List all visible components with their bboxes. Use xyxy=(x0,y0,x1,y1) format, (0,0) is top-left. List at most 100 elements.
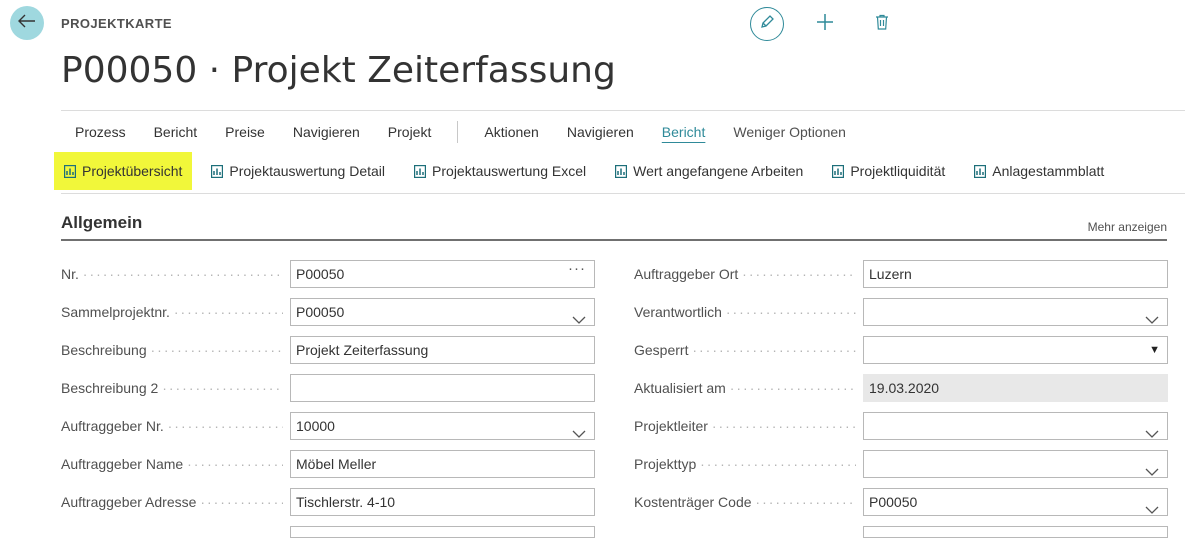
menu-navigieren[interactable]: Navigieren xyxy=(279,124,374,140)
delete-button[interactable] xyxy=(866,8,898,40)
field-value: Luzern xyxy=(869,266,912,282)
report-label: Projektauswertung Detail xyxy=(229,163,386,179)
field-label: Auftraggeber Adresse xyxy=(61,494,197,510)
auftraggeber-name-input[interactable]: Möbel Meller xyxy=(290,450,595,478)
gesperrt-dropdown[interactable]: ▼ xyxy=(863,336,1168,364)
label-leader: ········································… xyxy=(187,456,283,472)
label-leader: ········································… xyxy=(200,494,283,510)
label-leader: ········································… xyxy=(162,380,283,396)
label-leader: ········································… xyxy=(173,304,283,320)
field-label: Nr. xyxy=(61,266,79,282)
section-title: Allgemein xyxy=(61,213,143,232)
field-value: P00050 xyxy=(296,304,345,320)
field-label: Projekttyp xyxy=(634,456,697,472)
section-divider xyxy=(61,239,1167,241)
caret-down-icon: ▼ xyxy=(1149,344,1160,356)
next-field-input[interactable] xyxy=(290,526,595,538)
trash-icon xyxy=(875,14,889,35)
field-label: Projektleiter xyxy=(634,418,708,434)
field-value: 19.03.2020 xyxy=(869,380,940,396)
chevron-down-icon xyxy=(572,307,586,333)
report-label: Projektliquidität xyxy=(850,163,946,179)
report-label: Projektübersicht xyxy=(82,163,183,179)
ellipsis-icon[interactable]: ··· xyxy=(568,256,586,282)
menu-bericht-active[interactable]: Bericht xyxy=(648,124,720,140)
report-chart-icon xyxy=(974,164,987,178)
label-leader: ········································… xyxy=(729,380,856,396)
chevron-down-icon xyxy=(1145,497,1159,523)
report-label: Wert angefangene Arbeiten xyxy=(633,163,804,179)
top-action-bar xyxy=(750,7,898,41)
report-chart-icon xyxy=(615,164,628,178)
report-chart-icon xyxy=(64,164,76,178)
sammelprojektnr-select[interactable]: P00050 xyxy=(290,298,595,326)
add-button[interactable] xyxy=(809,8,841,40)
report-projektuebersicht[interactable]: Projektübersicht xyxy=(54,152,193,190)
field-value: 10000 xyxy=(296,418,335,434)
label-leader: ········································… xyxy=(711,418,856,434)
label-leader: ········································… xyxy=(692,342,856,358)
next-field-input-right[interactable] xyxy=(863,526,1168,538)
menu-bericht[interactable]: Bericht xyxy=(140,124,212,140)
report-projektauswertung-excel[interactable]: Projektauswertung Excel xyxy=(404,152,596,190)
field-label: Beschreibung 2 xyxy=(61,380,159,396)
auftraggeber-ort-input[interactable]: Luzern xyxy=(863,260,1168,288)
report-chart-icon xyxy=(832,164,845,178)
chevron-down-icon xyxy=(572,421,586,447)
field-value: Möbel Meller xyxy=(296,456,377,472)
chevron-down-icon xyxy=(1145,307,1159,333)
label-leader: ········································… xyxy=(755,494,856,510)
plus-icon xyxy=(816,13,834,36)
show-more-link[interactable]: Mehr anzeigen xyxy=(1088,220,1167,234)
actions-divider xyxy=(61,193,1185,194)
field-value: P00050 xyxy=(296,266,345,282)
field-value: P00050 xyxy=(869,494,918,510)
menu-preise[interactable]: Preise xyxy=(211,124,279,140)
aktualisiert-am-readonly: 19.03.2020 xyxy=(863,374,1168,402)
nr-input[interactable]: P00050 ··· xyxy=(290,260,595,288)
menu-navigieren-2[interactable]: Navigieren xyxy=(553,124,648,140)
report-label: Projektauswertung Excel xyxy=(432,163,587,179)
report-projektauswertung-detail[interactable]: Projektauswertung Detail xyxy=(201,152,395,190)
field-label: Gesperrt xyxy=(634,342,689,358)
report-projektliquiditaet[interactable]: Projektliquidität xyxy=(822,152,955,190)
report-wert-angefangene-arbeiten[interactable]: Wert angefangene Arbeiten xyxy=(605,152,813,190)
page-title: P00050 · Projekt Zeiterfassung xyxy=(61,50,616,91)
label-leader: ········································… xyxy=(700,456,856,472)
auftraggeber-nr-select[interactable]: 10000 xyxy=(290,412,595,440)
field-label: Auftraggeber Ort xyxy=(634,266,739,282)
menu-separator xyxy=(457,121,459,143)
field-value: Projekt Zeiterfassung xyxy=(296,342,429,358)
title-divider xyxy=(61,110,1185,111)
arrow-left-icon xyxy=(18,14,36,33)
chevron-down-icon xyxy=(1145,421,1159,447)
kostentraeger-code-select[interactable]: P00050 xyxy=(863,488,1168,516)
field-label: Auftraggeber Name xyxy=(61,456,184,472)
projekttyp-select[interactable] xyxy=(863,450,1168,478)
field-label: Beschreibung xyxy=(61,342,147,358)
field-label: Verantwortlich xyxy=(634,304,722,320)
report-chart-icon xyxy=(414,164,427,178)
label-leader: ········································… xyxy=(82,266,283,282)
label-leader: ········································… xyxy=(167,418,283,434)
menu-aktionen[interactable]: Aktionen xyxy=(470,124,552,140)
action-menu: Prozess Bericht Preise Navigieren Projek… xyxy=(61,116,860,148)
back-button[interactable] xyxy=(10,6,44,40)
beschreibung-2-input[interactable] xyxy=(290,374,595,402)
menu-projekt[interactable]: Projekt xyxy=(374,124,446,140)
report-chart-icon xyxy=(211,164,224,178)
menu-fewer-options[interactable]: Weniger Optionen xyxy=(719,124,860,140)
edit-button[interactable] xyxy=(750,7,784,41)
beschreibung-input[interactable]: Projekt Zeiterfassung xyxy=(290,336,595,364)
chevron-down-icon xyxy=(1145,459,1159,485)
report-actions: Projektübersicht Projektauswertung Detai… xyxy=(54,152,1123,190)
field-label: Sammelprojektnr. xyxy=(61,304,170,320)
projektleiter-select[interactable] xyxy=(863,412,1168,440)
report-anlagestammblatt[interactable]: Anlagestammblatt xyxy=(964,152,1114,190)
auftraggeber-adresse-input[interactable]: Tischlerstr. 4-10 xyxy=(290,488,595,516)
verantwortlich-select[interactable] xyxy=(863,298,1168,326)
menu-prozess[interactable]: Prozess xyxy=(61,124,140,140)
field-label: Aktualisiert am xyxy=(634,380,726,396)
field-value: Tischlerstr. 4-10 xyxy=(296,494,396,510)
page-caption: PROJEKTKARTE xyxy=(61,16,172,31)
